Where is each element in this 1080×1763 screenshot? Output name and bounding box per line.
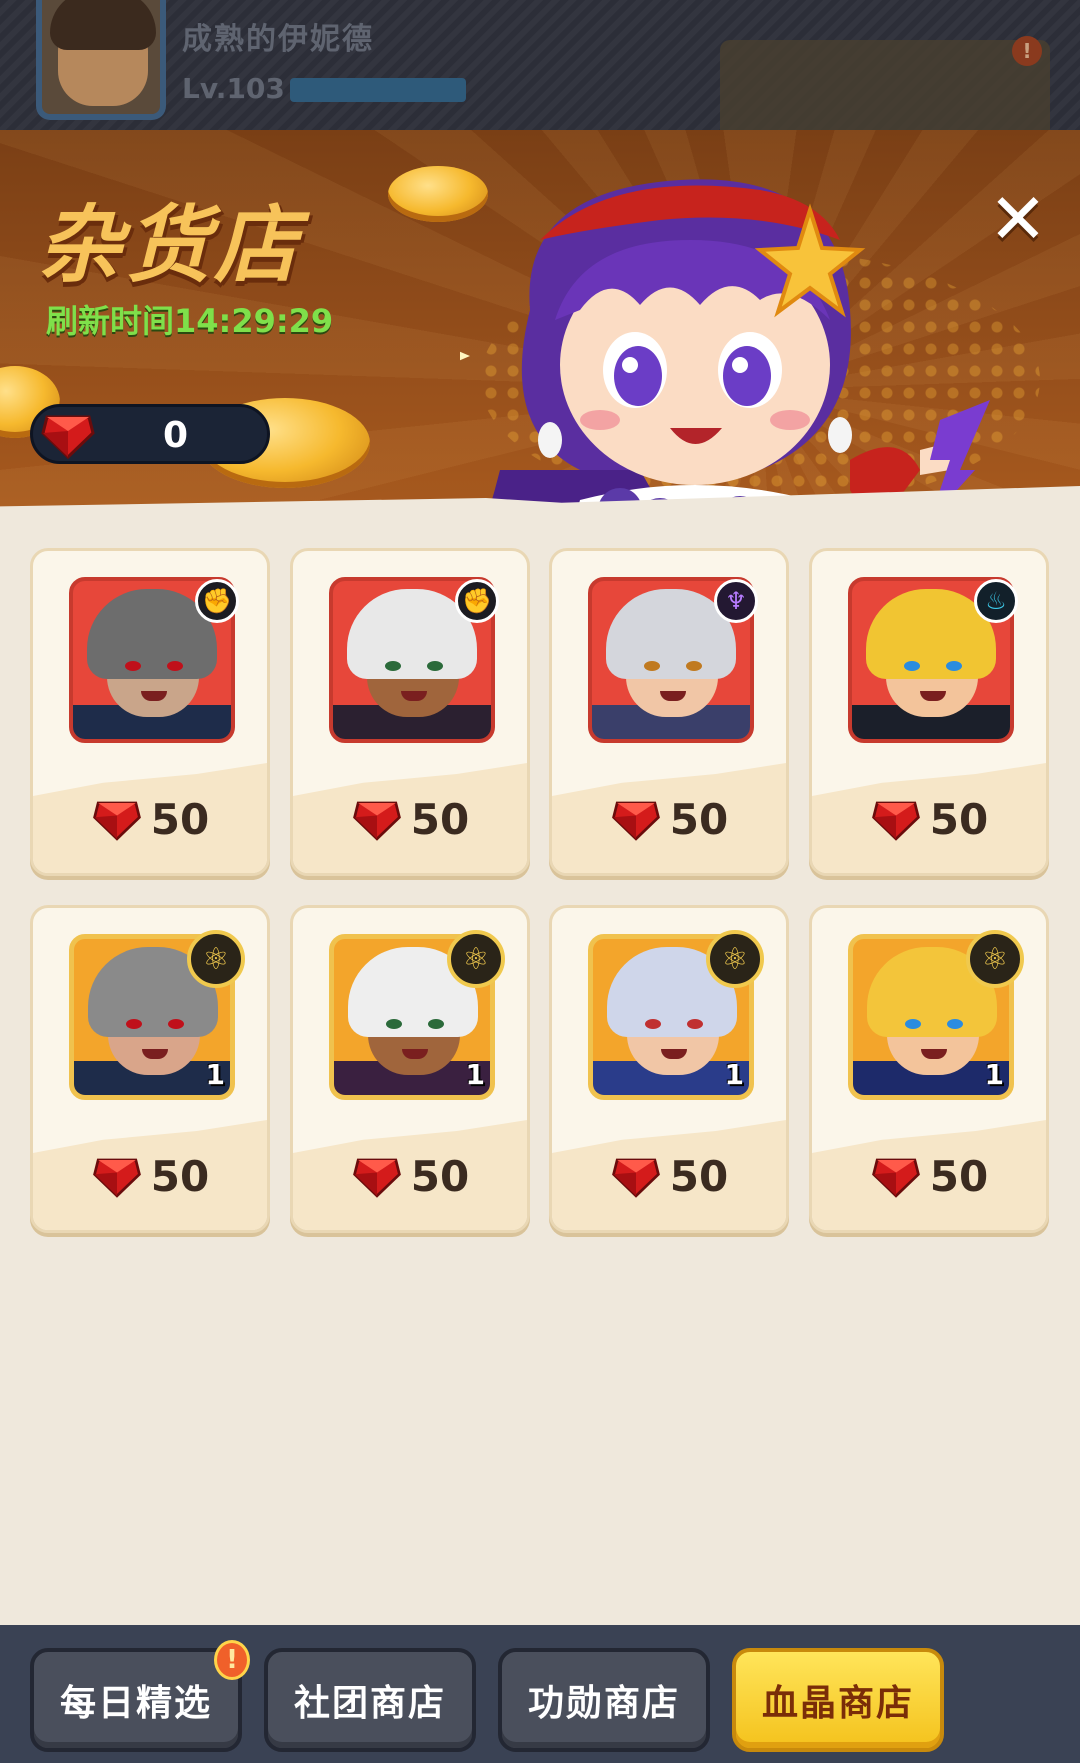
blood-crystal-icon — [611, 801, 660, 841]
tab-guild-shop[interactable]: 社团商店 — [264, 1648, 476, 1752]
price-value: 50 — [669, 1152, 729, 1201]
shop-item-card[interactable]: ⚛ 1 50 — [549, 905, 789, 1233]
refresh-timer: 刷新时间14:29:29 — [46, 302, 334, 340]
blood-crystal-icon — [92, 1158, 141, 1198]
shop-item-card[interactable]: ♨ 50 — [809, 548, 1049, 876]
demon-icon: ♆ — [714, 579, 758, 623]
player-level: Lv.103 — [182, 72, 285, 105]
close-button[interactable]: ✕ — [985, 184, 1051, 254]
item-price: 50 — [552, 795, 786, 844]
price-value: 50 — [929, 1152, 989, 1201]
alert-icon: ! — [1012, 36, 1042, 66]
flame-icon: ♨ — [974, 579, 1018, 623]
shop-item-card[interactable]: ⚛ 1 50 — [290, 905, 530, 1233]
shop-item-card[interactable]: ♆ 50 — [549, 548, 789, 876]
player-name: 成熟的伊妮德 — [182, 22, 374, 57]
item-price: 50 — [812, 795, 1046, 844]
currency-amount: 0 — [163, 415, 189, 456]
atom-icon: ⚛ — [447, 930, 505, 988]
price-value: 50 — [929, 795, 989, 844]
player-info-bar: 成熟的伊妮德 Lv.103 ! — [0, 0, 1080, 150]
currency-counter: 0 — [30, 404, 270, 464]
price-value: 50 — [410, 795, 470, 844]
atom-icon: ⚛ — [187, 930, 245, 988]
blood-crystal-icon — [871, 1158, 920, 1198]
item-quantity: 1 — [724, 1058, 744, 1091]
player-avatar — [36, 0, 166, 120]
item-price: 50 — [33, 1152, 267, 1201]
price-value: 50 — [150, 795, 210, 844]
price-value: 50 — [410, 1152, 470, 1201]
atom-icon: ⚛ — [966, 930, 1024, 988]
item-price: 50 — [552, 1152, 786, 1201]
level-progress-bar — [290, 78, 466, 102]
shop-item-card[interactable]: ⚛ 1 50 — [809, 905, 1049, 1233]
item-price: 50 — [293, 1152, 527, 1201]
item-quantity: 1 — [984, 1058, 1004, 1091]
blood-crystal-icon — [611, 1158, 660, 1198]
item-quantity: 1 — [465, 1058, 485, 1091]
tab-daily-picks[interactable]: 每日精选 — [30, 1648, 242, 1752]
fist-icon: ✊ — [455, 579, 499, 623]
item-price: 50 — [293, 795, 527, 844]
blood-crystal-icon — [92, 801, 141, 841]
tab-blood-crystal-shop[interactable]: 血晶商店 — [732, 1648, 944, 1752]
fist-icon: ✊ — [195, 579, 239, 623]
blood-crystal-icon — [41, 415, 95, 460]
shop-item-card[interactable]: ✊ 50 — [30, 548, 270, 876]
blood-crystal-icon — [871, 801, 920, 841]
shop-item-card[interactable]: ✊ 50 — [290, 548, 530, 876]
tab-merit-shop[interactable]: 功勋商店 — [498, 1648, 710, 1752]
item-quantity: 1 — [205, 1058, 225, 1091]
blood-crystal-icon — [352, 1158, 401, 1198]
price-value: 50 — [669, 795, 729, 844]
item-price: 50 — [812, 1152, 1046, 1201]
character-illustration — [460, 179, 990, 520]
shop-item-card[interactable]: ⚛ 1 50 — [30, 905, 270, 1233]
atom-icon: ⚛ — [706, 930, 764, 988]
notification-badge: ! — [214, 1640, 250, 1680]
price-value: 50 — [150, 1152, 210, 1201]
blood-crystal-icon — [352, 801, 401, 841]
shop-title: 杂货店 — [38, 196, 303, 294]
item-price: 50 — [33, 795, 267, 844]
